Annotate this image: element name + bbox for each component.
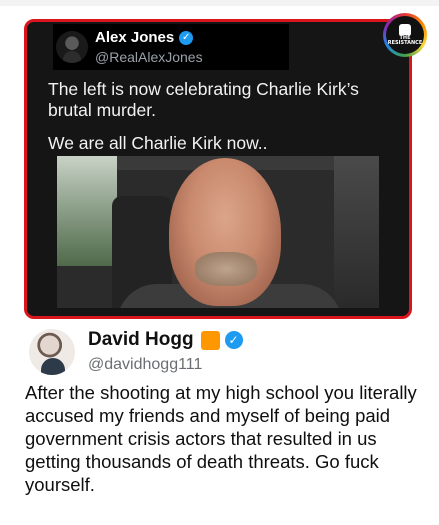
quoted-author-name[interactable]: Alex Jones (95, 29, 174, 46)
resistance-logo: THE RESISTANCE (383, 13, 427, 57)
main-author-name[interactable]: David Hogg (88, 329, 194, 351)
video-car-pillar (334, 156, 379, 308)
quoted-author-avatar[interactable] (56, 31, 88, 63)
resistance-logo-text: THE RESISTANCE (387, 35, 423, 46)
main-author-handle[interactable]: @davidhogg111 (88, 356, 202, 374)
main-author-name-row: David Hogg ✓ (88, 329, 243, 351)
quoted-tweet-line-1: The left is now celebrating Charlie Kirk… (48, 79, 359, 120)
main-tweet-text: After the shooting at my high school you… (25, 382, 417, 495)
resistance-logo-inner: THE RESISTANCE (386, 16, 424, 54)
main-author-avatar[interactable] (29, 329, 75, 375)
video-car-window (57, 156, 117, 266)
verified-check-icon: ✓ (179, 30, 194, 45)
quoted-tweet-text: The left is now celebrating Charlie Kirk… (48, 79, 393, 166)
quoted-tweet-header: Alex Jones ✓ @RealAlexJones (53, 24, 289, 70)
quoted-tweet-video[interactable] (57, 156, 379, 308)
quoted-author-handle[interactable]: @RealAlexJones (95, 49, 203, 65)
top-strip (0, 0, 439, 6)
quoted-tweet-line-2: We are all Charlie Kirk now.. (48, 133, 268, 153)
orange-square-icon (200, 330, 220, 350)
quoted-author-name-row: Alex Jones ✓ (95, 29, 194, 46)
video-person-beard (195, 252, 257, 286)
verified-check-icon: ✓ (224, 331, 243, 349)
quoted-tweet-card[interactable]: Alex Jones ✓ @RealAlexJones The left is … (24, 19, 412, 319)
fist-icon (399, 24, 411, 35)
